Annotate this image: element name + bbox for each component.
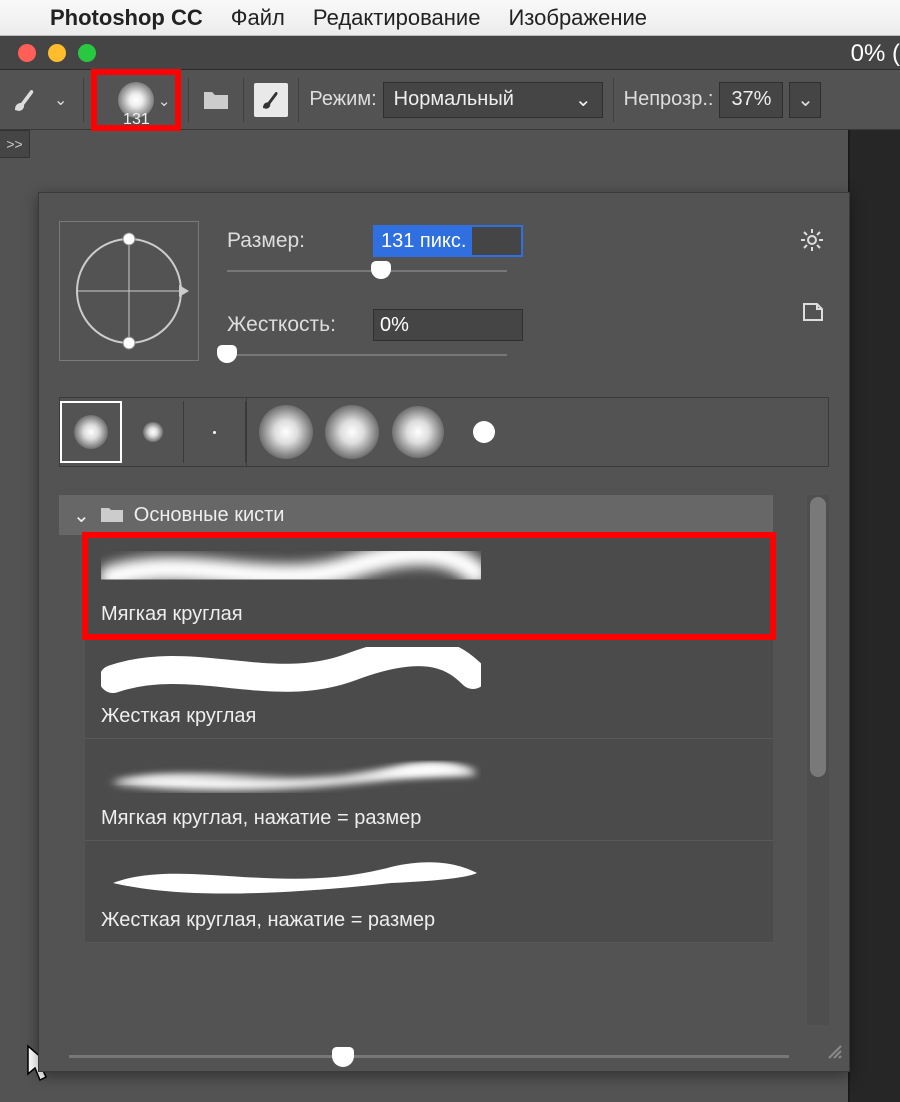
- brush-settings-button[interactable]: [254, 83, 288, 117]
- menu-image[interactable]: Изображение: [508, 5, 647, 31]
- options-bar: ⌄ ⌄ 131 Режим: Нормальный ⌄ Непрозр.: 37…: [0, 70, 900, 130]
- chevron-down-icon: ⌄: [73, 503, 90, 528]
- resize-grip-icon[interactable]: [825, 1042, 843, 1065]
- brush-preset-label: Мягкая круглая, нажатие = размер: [101, 807, 757, 830]
- tool-item[interactable]: [4, 216, 32, 244]
- tool-strip: [0, 196, 34, 1102]
- window-minimize-button[interactable]: [48, 44, 66, 62]
- document-tab-label[interactable]: 0% (: [851, 40, 900, 68]
- canvas-area[interactable]: [848, 130, 900, 1102]
- brush-preset-item[interactable]: Мягкая круглая: [85, 535, 773, 637]
- brush-preset-label: Жесткая круглая: [101, 705, 757, 728]
- size-slider[interactable]: [227, 263, 507, 279]
- brush-folder-header[interactable]: ⌄ Основные кисти: [59, 495, 773, 535]
- brush-angle-control[interactable]: [59, 221, 199, 361]
- opacity-label: Непрозр.:: [624, 88, 714, 111]
- app-name-menu[interactable]: Photoshop CC: [50, 5, 203, 31]
- brush-preset-popover: Размер: 131 пикс. Жесткость: 0%: [38, 192, 850, 1072]
- tool-item[interactable]: [4, 496, 32, 524]
- brush-panel-toggle[interactable]: [199, 83, 233, 117]
- brush-tip[interactable]: [323, 403, 381, 461]
- tool-preset-dropdown[interactable]: ⌄: [48, 86, 73, 114]
- brush-tip[interactable]: [184, 401, 246, 463]
- hardness-input[interactable]: 0%: [373, 309, 523, 341]
- opacity-input[interactable]: 37%: [719, 82, 783, 118]
- size-input[interactable]: 131 пикс.: [373, 225, 523, 257]
- brush-tip[interactable]: [455, 403, 513, 461]
- brush-preset-label: Жесткая круглая, нажатие = размер: [101, 909, 757, 932]
- window-zoom-button[interactable]: [78, 44, 96, 62]
- opacity-value: 37%: [731, 88, 771, 111]
- chevron-down-icon: ⌄: [158, 92, 171, 110]
- brush-preset-picker[interactable]: ⌄ 131: [94, 72, 178, 128]
- opacity-dropdown[interactable]: ⌄: [789, 82, 821, 118]
- brush-preset-item[interactable]: Мягкая круглая, нажатие = размер: [85, 739, 773, 841]
- brush-tip[interactable]: [60, 401, 122, 463]
- brush-preset-label: Мягкая круглая: [101, 603, 757, 626]
- expand-panels-button[interactable]: >>: [0, 130, 30, 158]
- blend-mode-value: Нормальный: [394, 88, 514, 111]
- folder-icon: [100, 506, 124, 524]
- hardness-label: Жесткость:: [227, 313, 357, 337]
- divider: [298, 78, 299, 122]
- divider: [188, 78, 189, 122]
- brush-tip[interactable]: [122, 401, 184, 463]
- divider: [83, 78, 84, 122]
- brush-tip[interactable]: [389, 403, 447, 461]
- new-brush-preset-button[interactable]: [801, 301, 825, 328]
- brush-preset-item[interactable]: Жесткая круглая, нажатие = размер: [85, 841, 773, 943]
- menu-file[interactable]: Файл: [231, 5, 285, 31]
- mac-menubar: Photoshop CC Файл Редактирование Изображ…: [0, 0, 900, 36]
- tool-item[interactable]: [4, 286, 32, 314]
- tool-item[interactable]: [4, 426, 32, 454]
- blend-mode-select[interactable]: Нормальный ⌄: [383, 82, 603, 118]
- window-titlebar: [0, 36, 900, 70]
- divider: [613, 78, 614, 122]
- mode-label: Режим:: [309, 88, 376, 111]
- preview-size-slider[interactable]: [69, 1045, 789, 1067]
- brush-preset-list: ⌄ Основные кисти Мягкая круглая Жесткая к…: [59, 495, 829, 1025]
- scrollbar-thumb[interactable]: [810, 497, 826, 777]
- menu-edit[interactable]: Редактирование: [313, 5, 481, 31]
- panel-menu-button[interactable]: [799, 227, 825, 258]
- hardness-slider[interactable]: [227, 347, 507, 363]
- folder-title: Основные кисти: [134, 504, 285, 527]
- divider: [243, 78, 244, 122]
- vertical-scrollbar[interactable]: [807, 495, 829, 1025]
- brush-size-readout: 131: [123, 111, 150, 129]
- app-window: ⌄ ⌄ 131 Режим: Нормальный ⌄ Непрозр.: 37…: [0, 36, 900, 1102]
- tool-item[interactable]: [4, 356, 32, 384]
- size-label: Размер:: [227, 229, 357, 253]
- chevrons-right-icon: >>: [6, 136, 22, 152]
- brush-tip[interactable]: [257, 403, 315, 461]
- brush-preset-item[interactable]: Жесткая круглая: [85, 637, 773, 739]
- brush-tip-row: [59, 397, 829, 467]
- brush-tool-icon[interactable]: [8, 83, 42, 117]
- window-close-button[interactable]: [18, 44, 36, 62]
- chevron-down-icon: ⌄: [797, 87, 814, 112]
- chevron-down-icon: ⌄: [575, 87, 592, 112]
